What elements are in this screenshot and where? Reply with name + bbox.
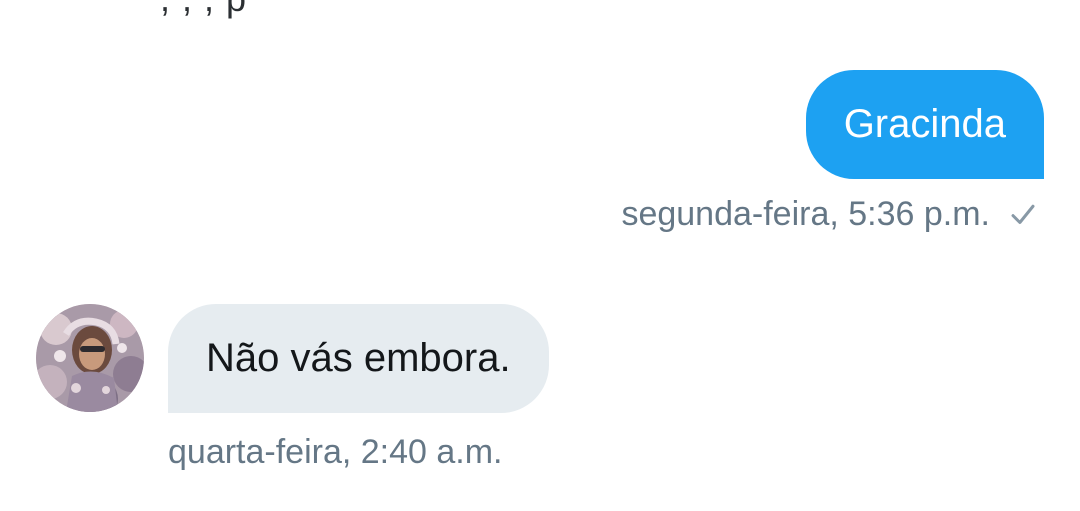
incoming-message-bubble[interactable]: Não vás embora. xyxy=(168,304,549,413)
previous-message-fragment: , , , p xyxy=(160,0,247,20)
incoming-message-text: Não vás embora. xyxy=(206,336,511,380)
outgoing-message-text: Gracinda xyxy=(843,102,1006,146)
outgoing-message-timestamp: segunda-feira, 5:36 p.m. xyxy=(621,195,990,233)
avatar[interactable] xyxy=(36,304,144,412)
check-icon xyxy=(1011,204,1035,224)
incoming-message-timestamp: quarta-feira, 2:40 a.m. xyxy=(168,433,503,471)
outgoing-message-bubble[interactable]: Gracinda xyxy=(805,70,1044,179)
dm-conversation: , , , p Gracinda segunda-feira, 5:36 p.m… xyxy=(0,0,1080,511)
outgoing-message-meta: segunda-feira, 5:36 p.m. xyxy=(621,195,1038,234)
avatar-image xyxy=(36,304,144,412)
